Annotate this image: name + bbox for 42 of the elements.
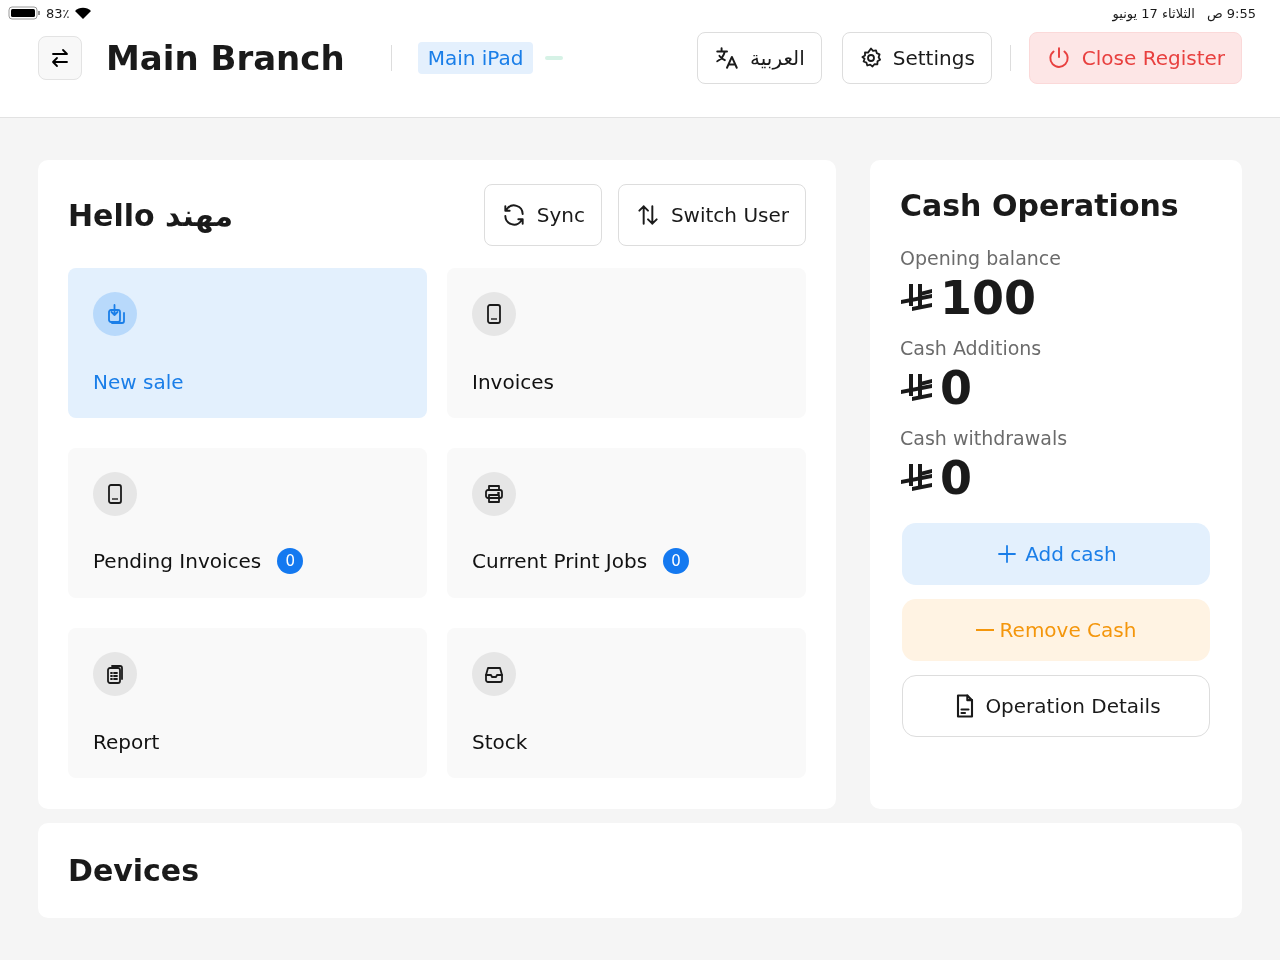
count-badge: 0 [277,548,304,574]
cash-label: Opening balance [900,247,1062,269]
battery-percentage: 83٪ [46,5,70,21]
device-tag: Main iPad [417,42,534,74]
riyal-sign-icon [900,372,934,404]
minus-icon [975,629,994,631]
menu-tile[interactable]: Pending Invoices 0 [68,448,427,598]
greeting-heading: Hello مهند [68,197,234,233]
riyal-sign-icon [900,462,934,494]
menu-tile[interactable]: Current Print Jobs 0 [447,448,806,598]
tile-label: Invoices [472,370,554,394]
menu-tile[interactable]: Invoices [447,268,806,418]
translate-icon [714,45,741,71]
menu-tile[interactable]: Report [68,628,427,778]
devices-heading: Devices [68,853,201,888]
switch-user-button[interactable]: Switch User [617,184,806,246]
operation-details-button[interactable]: Operation Details [902,675,1210,737]
tile-label: New sale [93,370,184,394]
settings-button[interactable]: Settings [841,32,992,84]
status-indicator [545,56,564,60]
battery-icon [8,6,42,20]
cash-operations-heading: Cash Operations [900,188,1180,223]
count-badge: 0 [663,548,690,574]
tile-label: Stock [472,730,528,754]
cash-label: Cash withdrawals [900,427,1069,449]
cash-amount: 0 [940,451,972,505]
language-button[interactable]: العربية [697,32,822,84]
branch-name: Main Branch [106,38,345,78]
tile-label: Report [93,730,160,754]
tile-label: Current Print Jobs [472,549,648,573]
sync-button[interactable]: Sync [483,184,602,246]
cash-amount: 100 [940,271,1037,325]
status-time: 9:55 ص [1206,5,1256,21]
cash-label: Cash Additions [900,337,1043,359]
riyal-sign-icon [900,282,934,314]
status-date: الثلاثاء 17 يونيو [1112,5,1195,21]
cash-amount: 0 [940,361,972,415]
tile-label: Pending Invoices [93,549,262,573]
menu-tile[interactable]: Stock [447,628,806,778]
printer-icon [482,482,506,506]
switch-branch-button[interactable] [38,36,82,80]
wifi-icon [73,6,92,20]
